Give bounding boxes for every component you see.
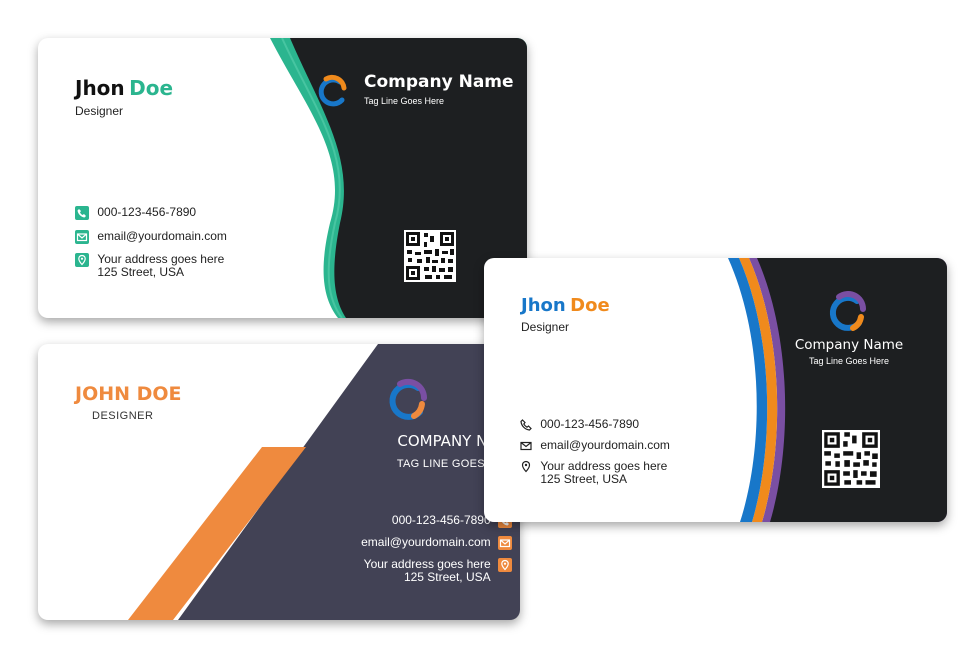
card1-company-name: Company Name [364,72,514,92]
card3-last-name: Doe [570,295,610,316]
card2-phone: 000-123-456-7890 [391,513,491,528]
card1-logo [314,74,350,115]
card3-email: email@yourdomain.com [540,438,670,453]
card2-email-row: email@yourdomain.com [361,536,512,550]
card3-company-name: Company Name [794,337,904,353]
card3-phone: 000-123-456-7890 [540,417,640,432]
location-icon [519,460,533,474]
mail-icon [498,536,512,550]
card3-phone-row: 000-123-456-7890 [519,418,639,432]
location-icon [498,558,512,572]
business-card-3: Jhon Doe Designer 000-123-456-7890 email… [484,258,947,522]
card3-name: Jhon Doe [521,295,610,316]
card1-phone-row: 000-123-456-7890 [75,206,196,220]
card2-role: DESIGNER [92,410,154,422]
card3-role: Designer [521,320,570,334]
card1-phone: 000-123-456-7890 [97,205,197,220]
card1-qr-code [404,230,456,282]
business-card-1: Jhon Doe Designer 000-123-456-7890 email… [38,38,527,318]
card2-tagline: TAG LINE GOES HERE [396,458,520,470]
business-card-2: JOHN DOE DESIGNER COMPANY NAME TAG LINE … [38,344,520,620]
card2-company-name: COMPANY NAME [397,432,520,450]
phone-icon [75,206,89,220]
card3-logo [825,291,869,340]
card1-email: email@yourdomain.com [97,229,227,244]
card3-tagline: Tag Line Goes Here [808,356,890,366]
card1-email-row: email@yourdomain.com [75,230,227,244]
card3-first-name: Jhon [521,295,566,316]
card1-role: Designer [75,104,124,118]
card1-last-name: Doe [129,76,174,100]
card3-email-row: email@yourdomain.com [519,439,670,453]
card2-name: JOHN DOE [75,383,182,405]
card3-qr-code [822,430,880,488]
mail-icon [519,439,533,453]
card1-first-name: Jhon [75,76,125,100]
card3-address-line2: 125 Street, USA [540,472,628,486]
card1-name: Jhon Doe [75,76,173,100]
card2-logo [384,378,430,429]
card1-tagline: Tag Line Goes Here [364,96,445,106]
phone-icon [519,418,533,432]
mail-icon [75,230,89,244]
card2-address-row: Your address goes here 125 Street, USA [364,558,512,584]
location-icon [75,253,89,267]
card3-address-row: Your address goes here 125 Street, USA [519,460,667,486]
card2-address-line2: 125 Street, USA [403,570,491,584]
card1-address-row: Your address goes here 125 Street, USA [75,253,224,279]
card2-email: email@yourdomain.com [361,535,491,550]
card1-address-line2: 125 Street, USA [97,265,185,279]
